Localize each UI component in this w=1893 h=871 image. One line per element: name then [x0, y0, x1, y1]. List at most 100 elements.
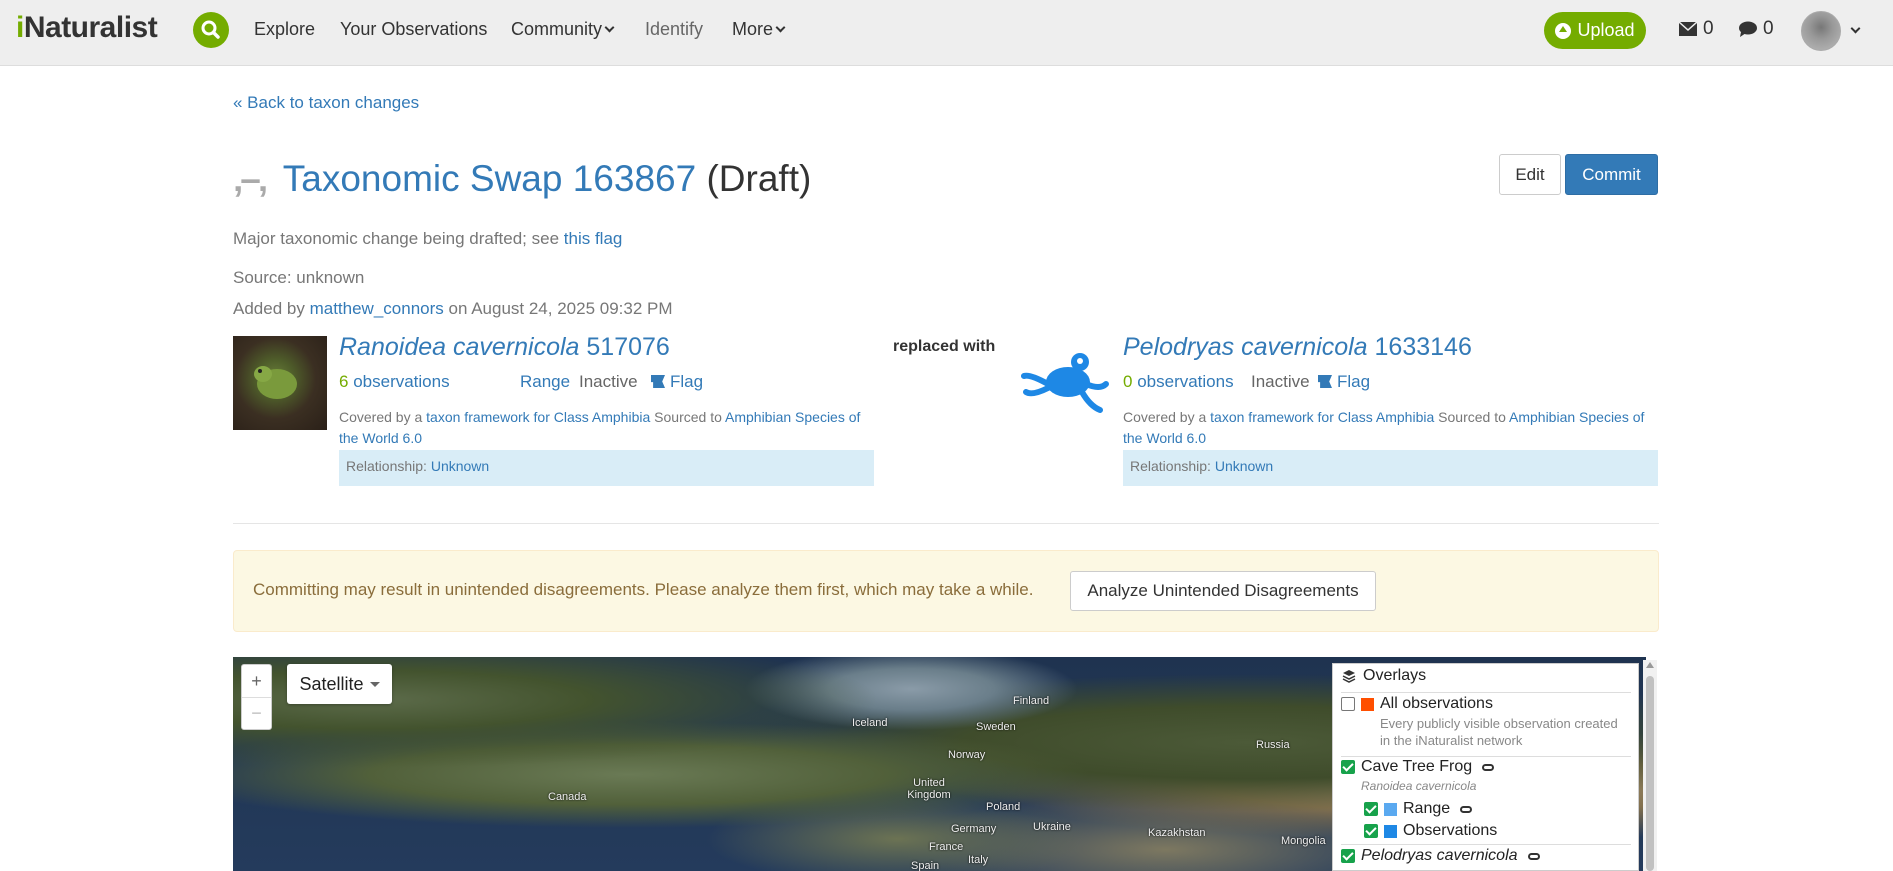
map-label: France — [929, 841, 964, 853]
output-flag-label: Flag — [1337, 372, 1371, 391]
output-observations-link[interactable]: 0 observations — [1123, 372, 1234, 391]
zoom-in-button[interactable]: + — [242, 665, 271, 697]
comments-button[interactable]: 0 — [1739, 18, 1774, 40]
analyze-disagreements-button[interactable]: Analyze Unintended Disagreements — [1070, 571, 1376, 611]
divider — [1341, 756, 1631, 757]
input-relationship: Relationship: Unknown — [339, 450, 874, 486]
link-icon[interactable] — [1460, 805, 1473, 813]
nav-more[interactable]: More — [732, 19, 786, 40]
sourced-to-label: Sourced to — [1438, 409, 1506, 425]
output-covered-by: Covered by a taxon framework for Class A… — [1123, 407, 1653, 449]
input-obs-label: observations — [353, 372, 450, 391]
taxon1-checkbox[interactable] — [1341, 760, 1355, 774]
messages-button[interactable]: 0 — [1679, 18, 1714, 40]
range-label: Range — [1403, 800, 1451, 817]
zoom-out-button[interactable]: − — [242, 697, 271, 729]
link-icon[interactable] — [1482, 763, 1495, 771]
top-navbar: iNaturalist Explore Your Observations Co… — [0, 0, 1893, 66]
taxon2-sci-name: Pelodryas cavernicola — [1361, 847, 1518, 864]
messages-count: 0 — [1703, 18, 1714, 39]
relationship-link[interactable]: Unknown — [431, 458, 489, 474]
nav-your-observations[interactable]: Your Observations — [340, 19, 487, 40]
map-label: Italy — [968, 854, 989, 866]
overlay-observations[interactable]: Observations — [1364, 822, 1497, 840]
covered-prefix: Covered by a — [339, 409, 423, 425]
output-obs-count: 0 — [1123, 372, 1133, 391]
input-covered-by: Covered by a taxon framework for Class A… — [339, 407, 869, 449]
overlay-taxon1[interactable]: Cave Tree Frog — [1341, 758, 1495, 776]
map-layer-dropdown[interactable]: Satellite — [287, 664, 392, 704]
edit-button[interactable]: Edit — [1499, 154, 1561, 195]
nav-explore[interactable]: Explore — [254, 19, 315, 40]
map-label: Sweden — [976, 721, 1016, 733]
all-observations-desc: Every publicly visible observation creat… — [1380, 716, 1618, 748]
frog-photo — [254, 366, 297, 399]
range-checkbox[interactable] — [1364, 802, 1378, 816]
output-taxon-id: 1633146 — [1374, 333, 1472, 361]
relationship-link[interactable]: Unknown — [1215, 458, 1273, 474]
divider — [233, 523, 1659, 524]
link-icon[interactable] — [1527, 852, 1540, 860]
layers-icon — [1342, 670, 1356, 683]
user-link[interactable]: matthew_connors — [310, 299, 444, 318]
observations-label: Observations — [1403, 822, 1498, 839]
chevron-down-icon — [775, 22, 786, 33]
relationship-label: Relationship: — [1130, 458, 1211, 474]
taxon-swap-title-link[interactable]: Taxonomic Swap 163867 — [283, 158, 696, 199]
input-flag-link[interactable]: Flag — [651, 372, 703, 392]
all-observations-checkbox[interactable] — [1341, 697, 1355, 711]
observations-checkbox[interactable] — [1364, 824, 1378, 838]
commit-button[interactable]: Commit — [1565, 154, 1658, 195]
added-by-prefix: Added by — [233, 299, 305, 318]
output-taxon-icon[interactable] — [1020, 344, 1110, 419]
flag-link[interactable]: this flag — [564, 229, 623, 248]
input-flag-label: Flag — [670, 372, 704, 391]
taxon2-checkbox[interactable] — [1341, 849, 1355, 863]
map-label: Russia — [1256, 739, 1290, 751]
upload-button[interactable]: Upload — [1544, 12, 1646, 49]
framework-link[interactable]: taxon framework for Class Amphibia — [426, 409, 650, 425]
map-label: Poland — [986, 801, 1021, 813]
scroll-up-arrow[interactable] — [1646, 662, 1654, 668]
output-flag-link[interactable]: Flag — [1318, 372, 1370, 392]
back-to-taxon-changes-link[interactable]: « Back to taxon changes — [233, 93, 419, 113]
comment-icon — [1739, 21, 1757, 37]
input-taxon-meta: 6 observations — [339, 372, 450, 392]
change-description: Major taxonomic change being drafted; se… — [233, 229, 622, 249]
output-taxon-name[interactable]: Pelodryas cavernicola 1633146 — [1123, 333, 1472, 362]
zoom-control: + − — [241, 664, 272, 730]
overlay-range[interactable]: Range — [1364, 800, 1473, 818]
user-avatar[interactable] — [1801, 11, 1841, 51]
scrollbar-thumb[interactable] — [1646, 676, 1654, 871]
input-taxon-name[interactable]: Ranoidea cavernicola 517076 — [339, 333, 670, 362]
overlays-header: Overlays — [1341, 667, 1426, 685]
divider — [1341, 692, 1631, 693]
chevron-down-icon[interactable] — [1850, 23, 1861, 34]
search-button[interactable] — [193, 12, 229, 48]
nav-identify[interactable]: Identify — [645, 19, 703, 40]
output-relationship: Relationship: Unknown — [1123, 450, 1658, 486]
map-label: Mongolia — [1281, 835, 1326, 847]
overlays-scrollbar[interactable] — [1643, 660, 1657, 871]
map-label: Norway — [948, 749, 986, 761]
input-taxon-photo[interactable] — [233, 336, 327, 430]
map-label: United Kingdom — [907, 777, 951, 801]
map-label: Germany — [951, 823, 997, 835]
input-range-link[interactable]: Range — [520, 372, 570, 392]
map-label: Canada — [548, 791, 587, 803]
chevron-down-icon — [604, 22, 615, 33]
framework-link[interactable]: taxon framework for Class Amphibia — [1210, 409, 1434, 425]
inaturalist-logo[interactable]: iNaturalist — [16, 11, 158, 45]
description-text: Major taxonomic change being drafted; se… — [233, 229, 560, 248]
overlay-taxon2[interactable]: Pelodryas cavernicola — [1341, 847, 1540, 865]
taxon1-common-name: Cave Tree Frog — [1361, 758, 1473, 775]
nav-community[interactable]: Community — [511, 19, 615, 40]
taxon1-sci-name: Ranoidea cavernicola — [1361, 779, 1477, 793]
output-obs-label: observations — [1137, 372, 1234, 391]
output-taxon-sci-name: Pelodryas cavernicola — [1123, 333, 1368, 361]
all-observations-label: All observations — [1380, 695, 1493, 712]
swap-icon: ‚–‚ — [233, 158, 268, 199]
input-observations-link[interactable]: 6 observations — [339, 372, 450, 391]
warning-alert: Committing may result in unintended disa… — [233, 550, 1659, 632]
overlay-all-observations[interactable]: All observations — [1341, 695, 1493, 713]
